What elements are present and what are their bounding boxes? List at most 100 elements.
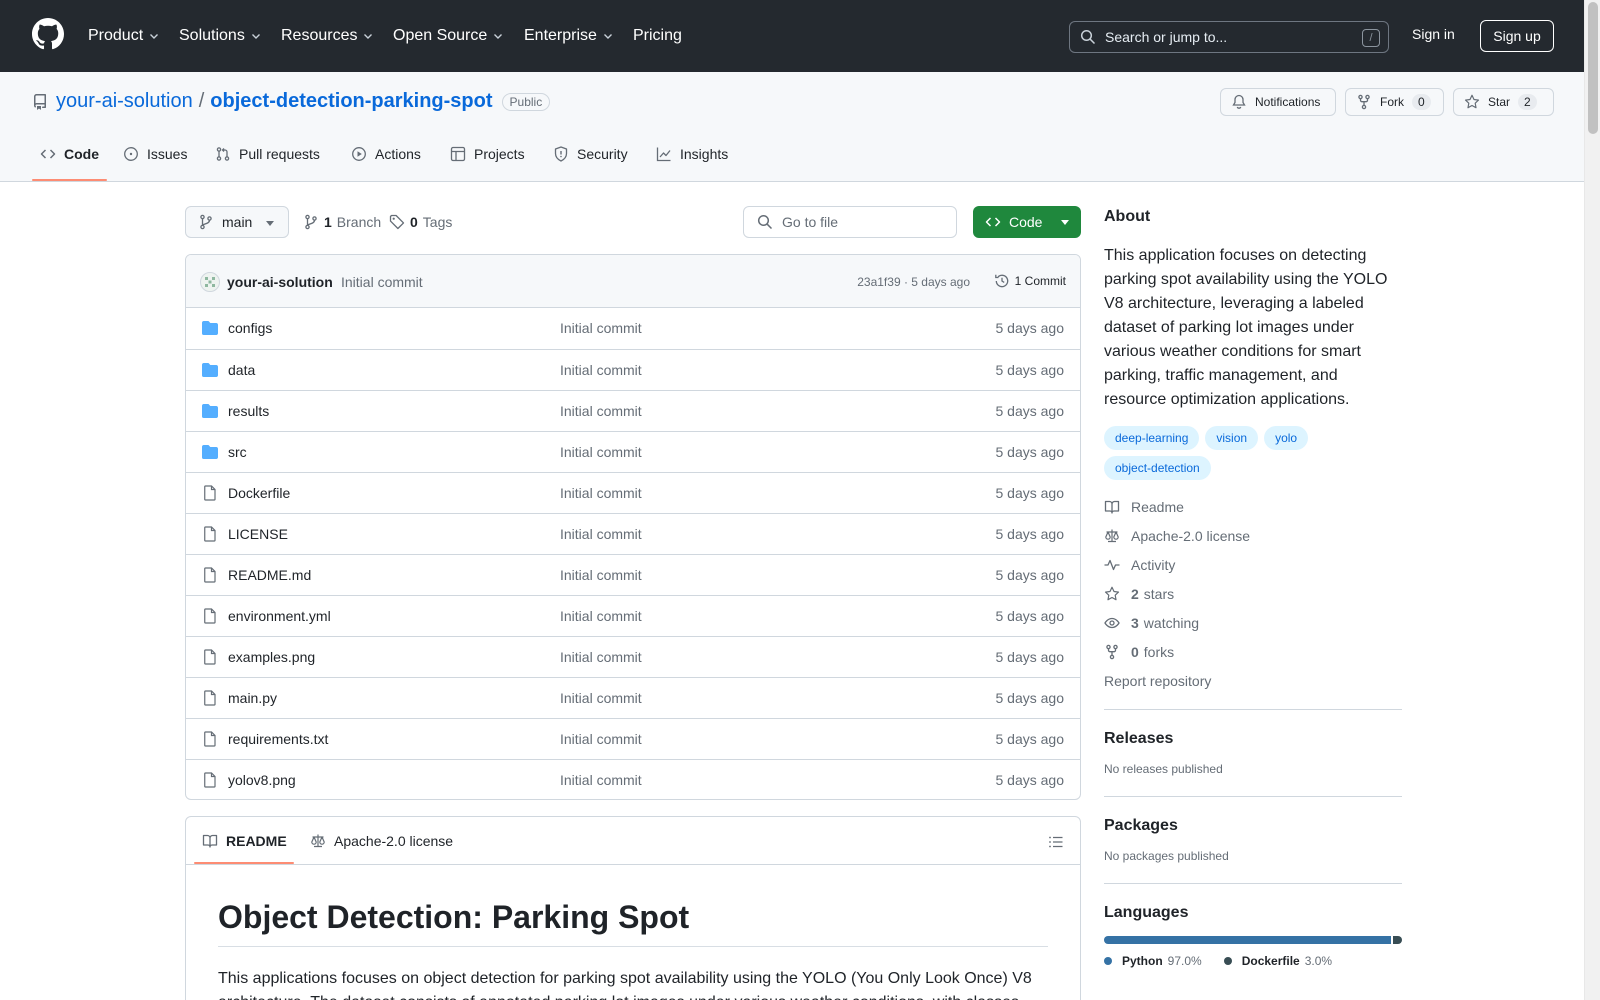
nav-pricing[interactable]: Pricing: [633, 0, 682, 72]
readme-link[interactable]: Readme: [1104, 492, 1402, 521]
file-icon-wrap: [202, 485, 218, 501]
file-commit-message[interactable]: Initial commit: [560, 690, 642, 706]
branch-count: 1: [324, 214, 332, 230]
file-row[interactable]: results Initial commit 5 days ago: [186, 390, 1080, 431]
sign-in-link[interactable]: Sign in: [1412, 26, 1455, 42]
stars-link[interactable]: 2 stars: [1104, 579, 1402, 608]
file-name-link[interactable]: results: [228, 403, 269, 419]
folder-icon-wrap: [202, 444, 218, 460]
tags-link[interactable]: 0 Tags: [389, 214, 452, 230]
file-row[interactable]: requirements.txt Initial commit 5 days ago: [186, 718, 1080, 759]
fork-button[interactable]: Fork 0: [1345, 88, 1444, 116]
forks-link[interactable]: 0 forks: [1104, 637, 1402, 666]
nav-open-source[interactable]: Open Source: [393, 0, 504, 72]
star-button[interactable]: Star 2: [1453, 88, 1554, 116]
chevron-down-icon: [494, 34, 503, 39]
file-name-link[interactable]: requirements.txt: [228, 731, 328, 747]
report-repository-link[interactable]: Report repository: [1104, 666, 1402, 695]
branch-selector[interactable]: main: [185, 206, 289, 238]
nav-resources[interactable]: Resources: [281, 0, 374, 72]
packages-heading[interactable]: Packages: [1104, 817, 1402, 835]
commit-hash-age[interactable]: 23a1f39 · 5 days ago: [857, 275, 970, 289]
watchers-link[interactable]: 3 watching: [1104, 608, 1402, 637]
file-name-link[interactable]: LICENSE: [228, 526, 288, 542]
file-icon: [204, 731, 216, 747]
file-row[interactable]: README.md Initial commit 5 days ago: [186, 554, 1080, 595]
avatar[interactable]: [200, 272, 220, 292]
search-input[interactable]: Search or jump to... /: [1069, 21, 1389, 53]
language-item[interactable]: Dockerfile 3.0%: [1223, 954, 1332, 968]
forks-label: forks: [1143, 643, 1175, 660]
nav-solutions[interactable]: Solutions: [179, 0, 262, 72]
tab-license[interactable]: Apache-2.0 license: [310, 833, 453, 849]
file-commit-message[interactable]: Initial commit: [560, 649, 642, 665]
nav-enterprise[interactable]: Enterprise: [524, 0, 614, 72]
file-row[interactable]: examples.png Initial commit 5 days ago: [186, 636, 1080, 677]
license-link[interactable]: Apache-2.0 license: [1104, 521, 1402, 550]
tab-code[interactable]: Code: [40, 140, 99, 182]
file-commit-message[interactable]: Initial commit: [560, 608, 642, 624]
repo-owner-link[interactable]: your-ai-solution: [56, 90, 193, 113]
tab-issues[interactable]: Issues: [123, 140, 187, 182]
file-commit-message[interactable]: Initial commit: [560, 362, 642, 378]
file-commit-message[interactable]: Initial commit: [560, 320, 642, 336]
file-name-link[interactable]: main.py: [228, 690, 277, 706]
tab-security[interactable]: Security: [553, 140, 628, 182]
file-name-link[interactable]: Dockerfile: [228, 485, 290, 501]
scrollbar-thumb[interactable]: [1588, 2, 1598, 134]
file-row[interactable]: Dockerfile Initial commit 5 days ago: [186, 472, 1080, 513]
tab-readme[interactable]: README: [202, 833, 287, 849]
list-unordered-icon[interactable]: [1048, 834, 1064, 850]
file-name-link[interactable]: data: [228, 362, 255, 378]
file-row[interactable]: yolov8.png Initial commit 5 days ago: [186, 759, 1080, 799]
sign-up-button[interactable]: Sign up: [1480, 20, 1554, 52]
file-name-link[interactable]: examples.png: [228, 649, 315, 665]
file-commit-message[interactable]: Initial commit: [560, 526, 642, 542]
page-scrollbar[interactable]: [1584, 0, 1600, 1000]
file-commit-message[interactable]: Initial commit: [560, 485, 642, 501]
repo-name-link[interactable]: object-detection-parking-spot: [210, 90, 492, 113]
nav-product[interactable]: Product: [88, 0, 160, 72]
file-commit-message[interactable]: Initial commit: [560, 403, 642, 419]
github-logo-icon[interactable]: [32, 18, 64, 50]
go-to-file-input[interactable]: Go to file: [743, 206, 957, 238]
topic-tag[interactable]: deep-learning: [1104, 426, 1200, 450]
language-item[interactable]: Python 97.0%: [1104, 954, 1202, 968]
activity-link[interactable]: Activity: [1104, 550, 1402, 579]
tab-pull-requests[interactable]: Pull requests: [215, 140, 320, 182]
file-row[interactable]: environment.yml Initial commit 5 days ago: [186, 595, 1080, 636]
readme-link-label: Readme: [1131, 498, 1184, 515]
file-row[interactable]: main.py Initial commit 5 days ago: [186, 677, 1080, 718]
nav-label: Solutions: [179, 27, 245, 44]
file-row[interactable]: data Initial commit 5 days ago: [186, 349, 1080, 390]
file-row[interactable]: configs Initial commit 5 days ago: [186, 308, 1080, 349]
fork-icon: [1106, 644, 1118, 659]
file-commit-message[interactable]: Initial commit: [560, 772, 642, 788]
file-row[interactable]: src Initial commit 5 days ago: [186, 431, 1080, 472]
branch-icon: [305, 214, 317, 230]
file-name-link[interactable]: src: [228, 444, 247, 460]
file-commit-message[interactable]: Initial commit: [560, 567, 642, 583]
file-commit-message[interactable]: Initial commit: [560, 731, 642, 747]
file-name-link[interactable]: configs: [228, 320, 272, 336]
tab-actions[interactable]: Actions: [351, 140, 421, 182]
chevron-down-icon: [251, 34, 260, 39]
topic-tag[interactable]: object-detection: [1104, 456, 1211, 480]
topic-tag[interactable]: yolo: [1264, 426, 1309, 450]
releases-heading[interactable]: Releases: [1104, 730, 1402, 748]
file-row[interactable]: LICENSE Initial commit 5 days ago: [186, 513, 1080, 554]
file-name-link[interactable]: yolov8.png: [228, 772, 296, 788]
branches-link[interactable]: 1 Branch: [303, 214, 381, 230]
file-name-link[interactable]: README.md: [228, 567, 311, 583]
tab-projects[interactable]: Projects: [450, 140, 525, 182]
code-dropdown-button[interactable]: Code: [973, 206, 1081, 238]
commit-history-link[interactable]: 1 Commit: [994, 273, 1066, 289]
tab-label: Security: [577, 146, 628, 162]
commit-message[interactable]: Initial commit: [341, 274, 423, 290]
commit-author[interactable]: your-ai-solution: [227, 274, 333, 290]
file-commit-message[interactable]: Initial commit: [560, 444, 642, 460]
notifications-button[interactable]: Notifications: [1220, 88, 1336, 116]
topic-tag[interactable]: vision: [1205, 426, 1259, 450]
file-name-link[interactable]: environment.yml: [228, 608, 331, 624]
tab-insights[interactable]: Insights: [656, 140, 728, 182]
